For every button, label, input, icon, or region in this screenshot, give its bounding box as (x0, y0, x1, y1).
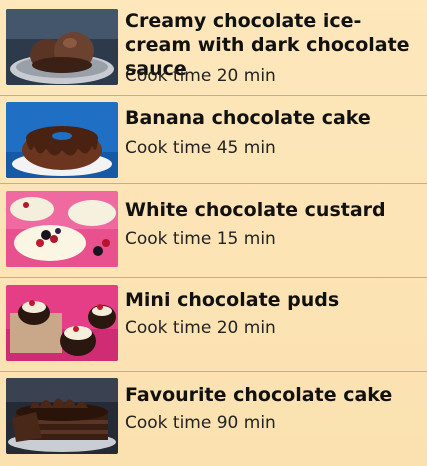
recipe-cook-time: Cook time 20 min (125, 318, 276, 338)
recipe-title: Banana chocolate cake (125, 107, 371, 129)
layer-cake-photo (6, 378, 118, 454)
recipe-cook-time: Cook time 20 min (125, 66, 276, 86)
recipe-title: White chocolate custard (125, 199, 386, 221)
chocolate-ice-cream-photo (6, 9, 118, 85)
custard-berries-photo (6, 191, 118, 267)
recipe-cook-time: Cook time 90 min (125, 413, 276, 433)
recipe-cook-time: Cook time 45 min (125, 138, 276, 158)
mini-puddings-photo (6, 285, 118, 361)
recipe-row-creamy-chocolate-ice-cream[interactable]: Creamy chocolate ice-cream with dark cho… (0, 0, 427, 96)
recipe-thumbnail (6, 285, 118, 361)
recipe-row-favourite-chocolate-cake[interactable]: Favourite chocolate cake Cook time 90 mi… (0, 372, 427, 466)
recipe-row-banana-chocolate-cake[interactable]: Banana chocolate cake Cook time 45 min (0, 96, 427, 184)
recipe-row-white-chocolate-custard[interactable]: White chocolate custard Cook time 15 min (0, 184, 427, 278)
recipe-thumbnail (6, 191, 118, 267)
recipe-thumbnail (6, 102, 118, 178)
recipe-thumbnail (6, 378, 118, 454)
recipe-thumbnail (6, 9, 118, 85)
recipe-list: Creamy chocolate ice-cream with dark cho… (0, 0, 427, 466)
recipe-title: Mini chocolate puds (125, 289, 340, 311)
recipe-title: Favourite chocolate cake (125, 384, 393, 406)
recipe-row-mini-chocolate-puds[interactable]: Mini chocolate puds Cook time 20 min (0, 278, 427, 372)
recipe-cook-time: Cook time 15 min (125, 229, 276, 249)
bundt-cake-photo (6, 102, 118, 178)
